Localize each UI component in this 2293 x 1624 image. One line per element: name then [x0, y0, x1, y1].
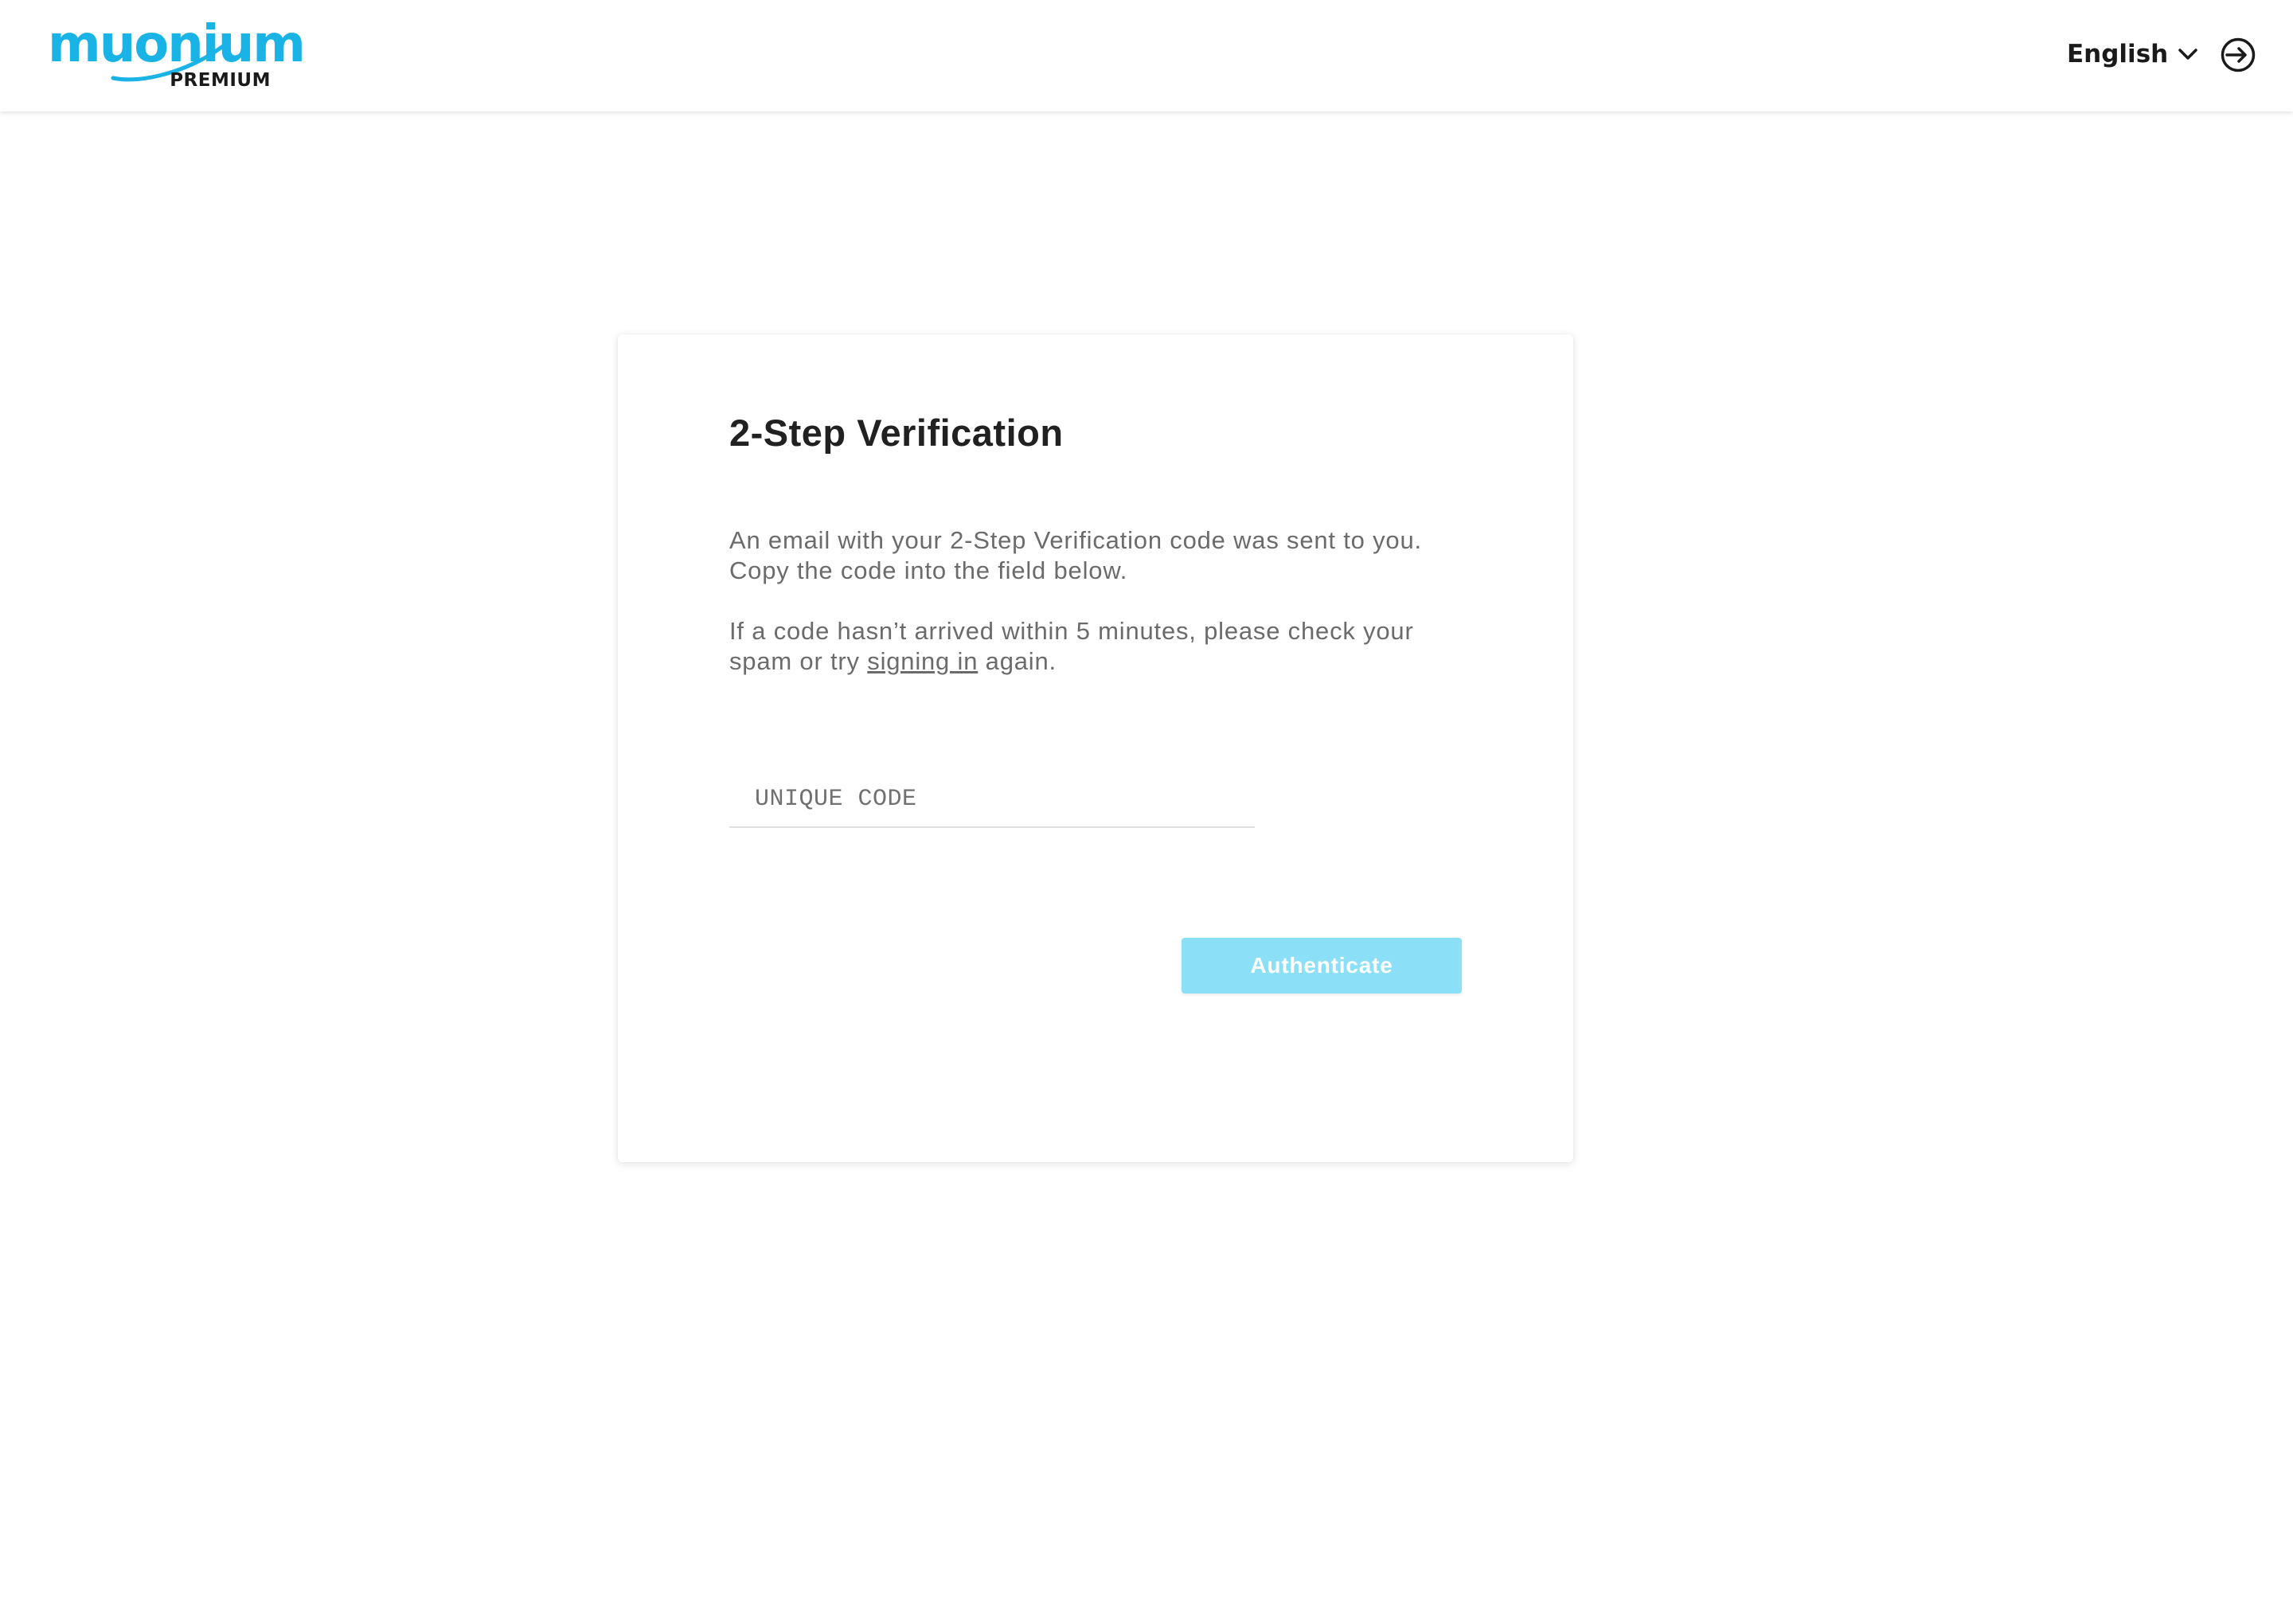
- language-label: English: [2067, 40, 2169, 68]
- resend-hint-before: If a code hasn’t arrived within 5 minute…: [729, 617, 1414, 675]
- page-title: 2-Step Verification: [729, 412, 1064, 454]
- unique-code-input[interactable]: [729, 772, 1255, 826]
- sign-in-icon[interactable]: [2220, 37, 2256, 73]
- muonium-logo[interactable]: muonium PREMIUM: [48, 19, 306, 97]
- authenticate-button[interactable]: Authenticate: [1182, 938, 1462, 994]
- logo-subtitle: PREMIUM: [170, 70, 271, 91]
- resend-hint-after: again.: [985, 647, 1057, 675]
- signing-in-link[interactable]: signing in: [867, 647, 978, 675]
- verification-card: 2-Step Verification An email with your 2…: [618, 334, 1573, 1162]
- chevron-down-icon: [2178, 49, 2197, 60]
- language-selector[interactable]: English: [2067, 37, 2200, 72]
- top-bar: muonium PREMIUM English: [0, 0, 2293, 111]
- resend-hint-text: If a code hasn’t arrived within 5 minute…: [729, 616, 1478, 677]
- instructions-text: An email with your 2-Step Verification c…: [729, 526, 1422, 584]
- unique-code-field: [729, 772, 1255, 828]
